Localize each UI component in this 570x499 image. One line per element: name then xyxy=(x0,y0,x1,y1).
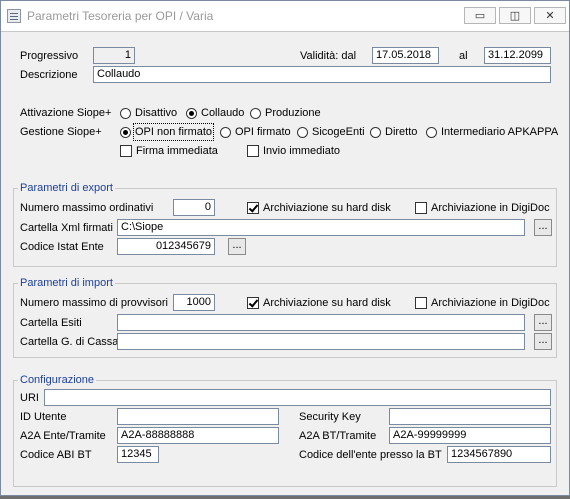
firma-immediata-box xyxy=(120,145,132,157)
import-archiviazione-disk-label: Archiviazione su hard disk xyxy=(263,297,391,309)
firma-immediata-label: Firma immediata xyxy=(136,145,218,157)
a2a-ente-field[interactable]: A2A-88888888 xyxy=(117,427,279,444)
security-key-field[interactable] xyxy=(389,408,551,425)
close-button[interactable]: ✕ xyxy=(534,7,566,24)
radio-opi-non-firmato-dot xyxy=(120,126,131,138)
radio-diretto[interactable]: Diretto xyxy=(370,125,417,139)
progressivo-field[interactable]: 1 xyxy=(93,47,135,64)
uri-field[interactable] xyxy=(44,389,551,406)
import-numero-field[interactable]: 1000 xyxy=(173,294,215,311)
cartella-esiti-label: Cartella Esiti xyxy=(20,317,82,329)
export-cartella-label: Cartella Xml firmati xyxy=(20,222,113,234)
radio-collaudo-dot xyxy=(186,107,197,119)
radio-opi-non-firmato-label: OPI non firmato xyxy=(132,123,215,141)
minimize-button[interactable]: ▭ xyxy=(464,7,496,24)
dialog-content: Progressivo 1 Validità: dal 17.05.2018 a… xyxy=(1,32,569,495)
invio-immediato-label: Invio immediato xyxy=(263,145,341,157)
progressivo-label: Progressivo xyxy=(20,50,79,62)
invio-immediato-checkbox[interactable]: Invio immediato xyxy=(247,144,340,158)
radio-sicogeenti-dot xyxy=(297,126,308,138)
radio-opi-firmato-dot xyxy=(220,126,231,138)
export-archiviazione-digidoc-checkbox[interactable]: Archiviazione in DigiDoc xyxy=(415,201,550,215)
descrizione-field[interactable]: Collaudo xyxy=(93,66,551,83)
validita-al-field[interactable]: 31.12.2099 xyxy=(484,47,551,64)
radio-opi-firmato[interactable]: OPI firmato xyxy=(220,125,291,139)
radio-collaudo-label: Collaudo xyxy=(201,107,245,119)
window-icon xyxy=(7,9,21,23)
export-archiviazione-digidoc-box xyxy=(415,202,427,214)
radio-produzione-dot xyxy=(250,107,261,119)
import-group-title: Parametri di import xyxy=(18,276,115,290)
minimize-icon: ▭ xyxy=(474,9,486,22)
export-numero-label: Numero massimo ordinativi xyxy=(20,202,154,214)
import-archiviazione-digidoc-label: Archiviazione in DigiDoc xyxy=(431,297,550,309)
restore-icon: ◫ xyxy=(509,9,521,22)
export-archiviazione-disk-label: Archiviazione su hard disk xyxy=(263,202,391,214)
id-utente-label: ID Utente xyxy=(20,411,67,423)
import-numero-label: Numero massimo di provvisori xyxy=(20,297,168,309)
attivazione-siope-label: Attivazione Siope+ xyxy=(20,107,112,119)
import-archiviazione-disk-box xyxy=(247,297,259,309)
radio-intermediario-apkappa-dot xyxy=(426,126,437,138)
radio-disattivo-label: Disattivo xyxy=(135,107,178,119)
codice-istat-browse-button[interactable]: ... xyxy=(228,238,246,255)
invio-immediato-box xyxy=(247,145,259,157)
export-archiviazione-disk-box xyxy=(247,202,259,214)
export-numero-field[interactable]: 0 xyxy=(173,199,215,216)
codice-istat-field[interactable]: 012345679 xyxy=(117,238,215,255)
radio-disattivo[interactable]: Disattivo xyxy=(120,106,177,120)
export-cartella-browse-button[interactable]: ... xyxy=(534,219,552,236)
radio-produzione-label: Produzione xyxy=(265,107,321,119)
codice-istat-label: Codice Istat Ente xyxy=(20,241,104,253)
validita-dal-field[interactable]: 17.05.2018 xyxy=(372,47,439,64)
codice-abi-label: Codice ABI BT xyxy=(20,449,92,461)
validita-dal-label: Validità: dal xyxy=(300,50,357,62)
codice-abi-field[interactable]: 12345 xyxy=(117,446,159,463)
window-title: Parametri Tesoreria per OPI / Varia xyxy=(27,9,214,23)
export-group-title: Parametri di export xyxy=(18,181,115,195)
codice-ente-bt-label: Codice dell'ente presso la BT xyxy=(299,449,442,461)
descrizione-label: Descrizione xyxy=(20,69,78,81)
export-archiviazione-disk-checkbox[interactable]: Archiviazione su hard disk xyxy=(247,201,391,215)
dialog-window: Parametri Tesoreria per OPI / Varia ▭ ◫ … xyxy=(0,0,570,496)
uri-label: URI xyxy=(20,392,39,404)
radio-intermediario-apkappa-label: Intermediario APKAPPA xyxy=(441,126,559,138)
radio-opi-firmato-label: OPI firmato xyxy=(235,126,291,138)
cartella-esiti-browse-button[interactable]: ... xyxy=(534,314,552,331)
configurazione-group-title: Configurazione xyxy=(18,373,96,387)
import-archiviazione-disk-checkbox[interactable]: Archiviazione su hard disk xyxy=(247,296,391,310)
radio-sicogeenti-label: SicogeEnti xyxy=(312,126,365,138)
firma-immediata-checkbox[interactable]: Firma immediata xyxy=(120,144,218,158)
radio-disattivo-dot xyxy=(120,107,131,119)
import-archiviazione-digidoc-box xyxy=(415,297,427,309)
a2a-ente-label: A2A Ente/Tramite xyxy=(20,430,106,442)
id-utente-field[interactable] xyxy=(117,408,279,425)
gestione-siope-label: Gestione Siope+ xyxy=(20,126,102,138)
title-bar[interactable]: Parametri Tesoreria per OPI / Varia ▭ ◫ … xyxy=(1,1,569,32)
export-archiviazione-digidoc-label: Archiviazione in DigiDoc xyxy=(431,202,550,214)
restore-button[interactable]: ◫ xyxy=(499,7,531,24)
radio-opi-non-firmato[interactable]: OPI non firmato xyxy=(120,123,215,141)
a2a-bt-field[interactable]: A2A-99999999 xyxy=(389,427,551,444)
a2a-bt-label: A2A BT/Tramite xyxy=(299,430,377,442)
cartella-cassa-field[interactable] xyxy=(117,333,525,350)
validita-al-label: al xyxy=(459,50,468,62)
export-cartella-field[interactable]: C:\Siope xyxy=(117,219,525,236)
radio-produzione[interactable]: Produzione xyxy=(250,106,321,120)
import-archiviazione-digidoc-checkbox[interactable]: Archiviazione in DigiDoc xyxy=(415,296,550,310)
cartella-cassa-label: Cartella G. di Cassa xyxy=(20,336,119,348)
radio-collaudo[interactable]: Collaudo xyxy=(186,106,244,120)
cartella-cassa-browse-button[interactable]: ... xyxy=(534,333,552,350)
radio-diretto-label: Diretto xyxy=(385,126,418,138)
radio-diretto-dot xyxy=(370,126,381,138)
radio-sicogeenti[interactable]: SicogeEnti xyxy=(297,125,365,139)
security-key-label: Security Key xyxy=(299,411,361,423)
codice-ente-bt-field[interactable]: 1234567890 xyxy=(447,446,551,463)
cartella-esiti-field[interactable] xyxy=(117,314,525,331)
radio-intermediario-apkappa[interactable]: Intermediario APKAPPA xyxy=(426,125,558,139)
close-icon: ✕ xyxy=(545,9,555,22)
